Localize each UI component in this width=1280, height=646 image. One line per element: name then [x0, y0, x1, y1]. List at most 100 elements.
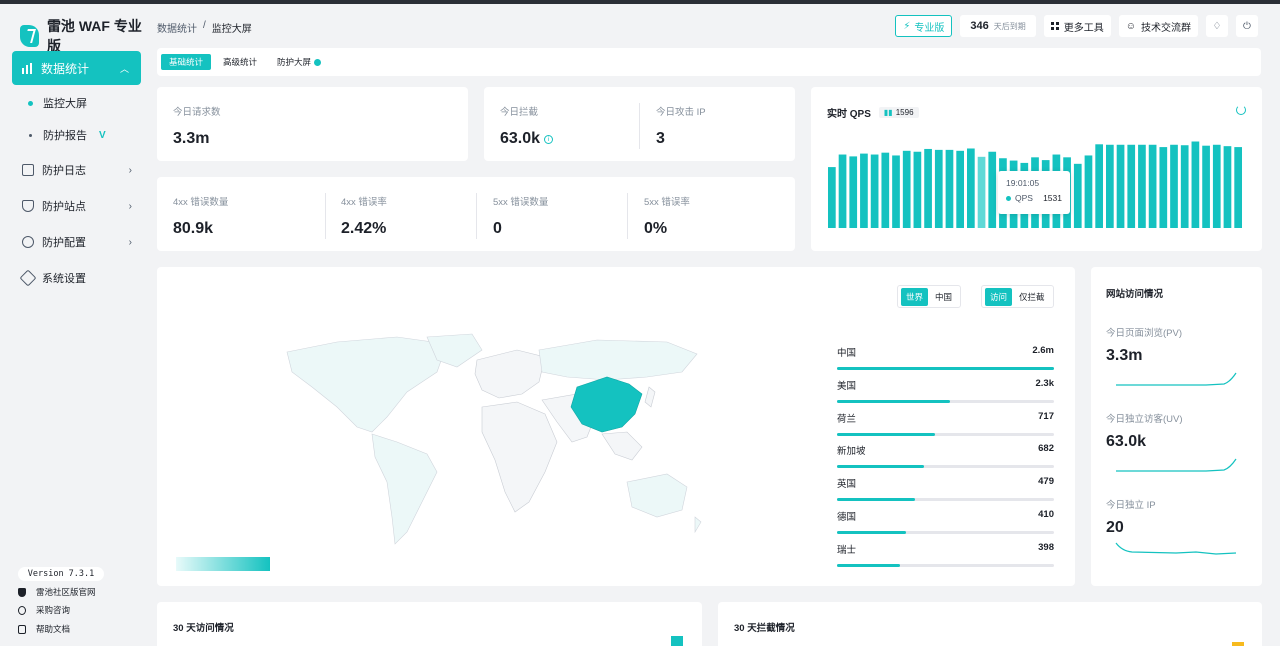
toggle-blocked-only[interactable]: 仅拦截 [1014, 288, 1050, 306]
stat-value: 3.3m [173, 130, 210, 147]
qps-bar[interactable] [838, 154, 847, 228]
stat-value: 2.42% [341, 220, 387, 237]
bullet-icon [29, 133, 32, 137]
qps-bar[interactable] [849, 156, 858, 228]
shirt-icon: ♢ [1212, 20, 1222, 32]
map-new-zealand [694, 516, 702, 534]
blocks-30d-card: 30 天拦截情况 [718, 602, 1262, 646]
logout-button[interactable]: ⏻ [1236, 15, 1258, 37]
pv-label: 今日页面浏览(PV) [1106, 328, 1183, 339]
tab-protection-screen[interactable]: 防护大屏 [269, 54, 329, 70]
sidebar-item-settings[interactable]: 系统设置 [19, 269, 132, 287]
geo-map-card: 世界 中国 访问 仅拦截 中国 2.6m 美国 2.3k 荷兰 717 新加坡 … [157, 267, 1075, 586]
qps-bar[interactable] [956, 150, 965, 228]
brand-name: 雷池 WAF 专业版 [46, 18, 142, 54]
qps-bar[interactable] [1138, 144, 1146, 228]
pro-edition-button[interactable]: ⚡ 专业版 [895, 15, 953, 37]
qps-bar[interactable] [967, 148, 975, 228]
qps-bar[interactable] [1234, 147, 1243, 228]
qps-card: 实时 QPS ▮▮ 1596 19:01:05 QPS 1531 [811, 87, 1262, 251]
qps-bar[interactable] [988, 151, 997, 228]
country-value: 2.6m [1032, 345, 1054, 356]
bolt-icon: ⚡ [903, 20, 911, 32]
qps-bar[interactable] [1191, 141, 1200, 228]
info-icon[interactable]: i [544, 135, 554, 144]
country-name: 瑞士 [837, 545, 857, 556]
sidebar-item-sites[interactable]: 防护站点 › [22, 198, 132, 214]
blocks-30d-title: 30 天拦截情况 [734, 623, 795, 634]
qps-bar[interactable] [913, 151, 922, 228]
qps-bar[interactable] [1180, 145, 1189, 228]
qps-bar[interactable] [860, 153, 868, 228]
qps-bar[interactable] [1212, 144, 1221, 228]
breadcrumb-item[interactable]: 数据统计 [157, 20, 197, 35]
qps-bar[interactable] [1073, 163, 1082, 228]
window-top-edge [0, 0, 1280, 4]
qps-bar[interactable] [1106, 144, 1114, 228]
country-name: 中国 [837, 348, 857, 359]
qps-bar[interactable] [892, 155, 900, 228]
breadcrumb-current: 监控大屏 [211, 24, 252, 35]
toggle-world[interactable]: 世界 [901, 287, 929, 306]
qps-bar[interactable] [1170, 144, 1178, 228]
country-bar-track [837, 498, 1054, 501]
community-button[interactable]: ☺ 技术交流群 [1118, 15, 1198, 37]
qps-bar[interactable] [1095, 144, 1104, 228]
qps-bar[interactable] [924, 148, 932, 228]
stat-card-blocks: 今日拦截 63.0k i 今日攻击 IP 3 [484, 87, 795, 161]
tab-advanced-stats[interactable]: 高级统计 [215, 54, 265, 70]
world-map[interactable] [277, 332, 707, 552]
qps-bar[interactable] [1202, 145, 1210, 228]
footer-link-official[interactable]: 雷池社区版官网 [18, 586, 96, 598]
qps-bar[interactable] [945, 149, 954, 228]
sidebar-item-label: 防护配置 [42, 237, 86, 249]
stat-attack-ip: 今日攻击 IP 3 [656, 104, 706, 148]
qps-bar[interactable] [870, 154, 879, 228]
tab-basic-stats[interactable]: 基础统计 [161, 54, 212, 70]
country-value: 2.3k [1035, 378, 1055, 389]
country-bar-fill [837, 465, 924, 468]
country-bar-track [837, 564, 1054, 567]
stat-value: 0 [493, 220, 502, 237]
toggle-china[interactable]: 中国 [930, 288, 957, 306]
stat-label: 4xx 错误数量 [173, 197, 229, 208]
qps-bar[interactable] [934, 149, 943, 228]
brand-logo[interactable]: 雷池 WAF 专业版 [20, 16, 150, 56]
theme-button[interactable]: ♢ [1206, 15, 1228, 37]
bar-chart-icon [22, 62, 32, 74]
sidebar-item-data-stats[interactable]: 数据统计 ︿ [12, 51, 141, 85]
sidebar-subitem-label: 防护报告 [43, 130, 87, 142]
country-bar-fill [837, 498, 916, 501]
map-australia [626, 473, 688, 518]
country-value: 410 [1038, 509, 1054, 520]
stat-label: 4xx 错误率 [341, 197, 387, 208]
toggle-visits[interactable]: 访问 [985, 287, 1013, 306]
sidebar-item-config[interactable]: 防护配置 › [22, 234, 132, 250]
qps-bar-chart[interactable] [811, 87, 1262, 251]
sidebar-subitem-monitor[interactable]: 监控大屏 [28, 95, 87, 111]
more-tools-button[interactable]: 更多工具 [1043, 15, 1111, 37]
stat-value: 80.9k [173, 220, 214, 237]
map-europe [474, 349, 546, 399]
qps-bar[interactable] [881, 152, 890, 228]
country-value: 682 [1038, 443, 1054, 454]
qps-bar[interactable] [902, 150, 911, 228]
qps-bar[interactable] [1223, 146, 1232, 228]
footer-link-purchase[interactable]: 采购咨询 [18, 604, 70, 616]
qps-bar[interactable] [1116, 144, 1125, 228]
map-legend-gradient [176, 557, 270, 571]
qps-bar[interactable] [1084, 155, 1093, 228]
sidebar-subitem-report[interactable]: 防护报告 V [28, 127, 106, 143]
qps-bar[interactable] [1127, 144, 1136, 228]
map-north-america [286, 336, 448, 433]
qps-bar[interactable] [828, 167, 836, 228]
qps-bar[interactable] [977, 156, 986, 228]
footer-link-docs[interactable]: 帮助文档 [18, 623, 70, 635]
qps-bar[interactable] [1159, 147, 1168, 228]
sidebar-item-logs[interactable]: 防护日志 › [22, 162, 132, 178]
qps-bar[interactable] [1148, 144, 1157, 228]
country-row: 美国 2.3k [837, 378, 1054, 403]
stat-card-requests: 今日请求数 3.3m [157, 87, 468, 161]
logout-icon: ⏻ [1243, 20, 1251, 32]
country-bar-fill [837, 400, 950, 403]
